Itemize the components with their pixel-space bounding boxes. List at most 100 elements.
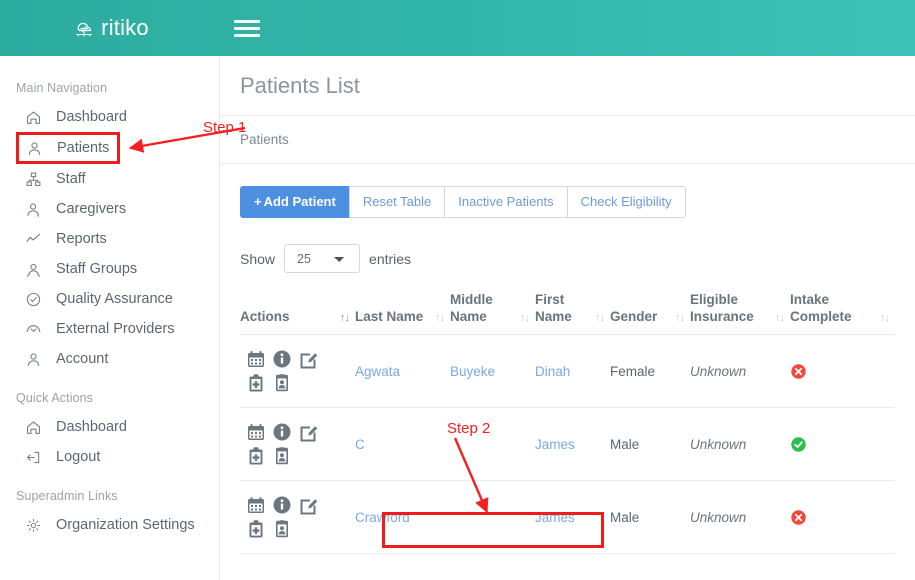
sidebar-item-label: Dashboard	[56, 109, 127, 125]
sort-icon[interactable]: ↑↓	[775, 312, 784, 325]
sidebar-item-quick-dashboard[interactable]: Dashboard	[0, 412, 219, 442]
add-patient-button[interactable]: +Add Patient	[240, 186, 350, 218]
inactive-patients-button[interactable]: Inactive Patients	[444, 186, 567, 218]
top-bar: ritiko	[0, 0, 915, 56]
first-name-link[interactable]: Dinah	[535, 364, 570, 379]
cell-first-name: James	[535, 481, 610, 554]
cell-gender: Female	[610, 335, 690, 408]
first-name-link[interactable]: James	[535, 437, 575, 452]
patients-table: Actions↑↓ Last Name↑↓ Middle Name↑↓ Firs…	[240, 291, 895, 554]
last-name-link[interactable]: C	[355, 437, 365, 452]
column-header-middle-name[interactable]: Middle Name↑↓	[450, 291, 535, 335]
entries-label: entries	[369, 251, 411, 267]
cell-eligible-insurance: Unknown	[690, 481, 790, 554]
brand-name: ritiko	[101, 15, 149, 41]
sidebar-item-dashboard[interactable]: Dashboard	[0, 102, 219, 132]
sidebar-item-reports[interactable]: Reports	[0, 224, 219, 254]
toolbar-button-group: +Add Patient Reset Table Inactive Patien…	[240, 186, 895, 218]
check-circle-icon	[24, 290, 42, 308]
sidebar-item-staff[interactable]: Staff	[0, 164, 219, 194]
column-header-first-name[interactable]: First Name↑↓	[535, 291, 610, 335]
show-label: Show	[240, 251, 275, 267]
sitemap-icon	[24, 170, 42, 188]
column-header-last-name[interactable]: Last Name↑↓	[355, 291, 450, 335]
check-eligibility-button[interactable]: Check Eligibility	[567, 186, 686, 218]
id-badge-icon[interactable]	[272, 446, 292, 466]
column-header-actions[interactable]: Actions↑↓	[240, 291, 355, 335]
sidebar-item-staff-groups[interactable]: Staff Groups	[0, 254, 219, 284]
edit-note-icon[interactable]	[298, 349, 318, 369]
sidebar-item-account[interactable]: Account	[0, 344, 219, 374]
cell-intake-complete	[790, 408, 895, 481]
sort-icon[interactable]: ↑↓	[520, 312, 529, 325]
sidebar-item-label: Account	[56, 351, 108, 367]
cell-eligible-insurance: Unknown	[690, 408, 790, 481]
clipboard-medical-icon[interactable]	[246, 446, 266, 466]
table-row[interactable]: C James Male Unknown	[240, 408, 895, 481]
gear-icon	[24, 516, 42, 534]
calendar-icon[interactable]	[246, 349, 266, 369]
breadcrumb: Patients	[240, 132, 289, 147]
home-icon	[24, 108, 42, 126]
main-content: Patients List Patients +Add Patient Rese…	[220, 56, 915, 580]
column-header-gender[interactable]: Gender↑↓	[610, 291, 690, 335]
intake-status-icon	[790, 436, 889, 453]
page-title: Patients List	[240, 73, 360, 99]
sort-icon[interactable]: ↑↓	[595, 312, 604, 325]
sort-icon[interactable]: ↑↓	[675, 312, 684, 325]
cell-intake-complete	[790, 335, 895, 408]
brand-logo-area[interactable]: ritiko	[0, 0, 220, 56]
nav-heading-superadmin: Superadmin Links	[0, 482, 219, 510]
sidebar-item-label: Caregivers	[56, 201, 126, 217]
sidebar-item-label: Patients	[57, 140, 109, 156]
table-row[interactable]: AgwataBuyekeDinahFemaleUnknown	[240, 335, 895, 408]
table-body: Agwata Buyeke Dinah Female Unknown C James Male…	[240, 335, 895, 554]
user-icon	[25, 139, 43, 157]
sort-icon[interactable]: ↑↓	[340, 312, 349, 325]
sidebar-item-patients[interactable]: Patients	[16, 132, 120, 164]
handshake-icon	[24, 320, 42, 338]
calendar-icon[interactable]	[246, 495, 266, 515]
last-name-link[interactable]: Crawford	[355, 510, 410, 525]
cloud-logo-icon	[71, 15, 97, 41]
gender-value: Male	[610, 437, 639, 452]
edit-note-icon[interactable]	[298, 495, 318, 515]
logout-icon	[24, 448, 42, 466]
cell-middle-name: Buyeke	[450, 335, 535, 408]
info-circle-icon[interactable]	[272, 422, 292, 442]
id-badge-icon[interactable]	[272, 373, 292, 393]
app-root: ritiko Main Navigation Dashboard Pati	[0, 0, 915, 580]
page-size-select[interactable]: 10 25 50 100	[284, 244, 360, 273]
table-row[interactable]: CrawfordJamesMaleUnknown	[240, 481, 895, 554]
sidebar-item-label: External Providers	[56, 321, 174, 337]
first-name-link[interactable]: James	[535, 510, 575, 525]
cell-intake-complete	[790, 481, 895, 554]
last-name-link[interactable]: Agwata	[355, 364, 400, 379]
clipboard-medical-icon[interactable]	[246, 519, 266, 539]
sort-icon[interactable]: ↑↓	[880, 312, 889, 325]
column-header-intake-complete[interactable]: Intake Complete↑↓	[790, 291, 895, 335]
middle-name-link[interactable]: Buyeke	[450, 364, 495, 379]
row-actions-cell	[240, 481, 355, 554]
sidebar-item-logout[interactable]: Logout	[0, 442, 219, 472]
reset-table-button[interactable]: Reset Table	[349, 186, 445, 218]
info-circle-icon[interactable]	[272, 495, 292, 515]
sidebar-item-organization-settings[interactable]: Organization Settings	[0, 510, 219, 540]
sidebar-item-label: Dashboard	[56, 419, 127, 435]
sort-icon[interactable]: ↑↓	[435, 312, 444, 325]
cell-middle-name	[450, 408, 535, 481]
sidebar-item-caregivers[interactable]: Caregivers	[0, 194, 219, 224]
intake-status-icon	[790, 509, 889, 526]
info-circle-icon[interactable]	[272, 349, 292, 369]
cell-first-name: James	[535, 408, 610, 481]
edit-note-icon[interactable]	[298, 422, 318, 442]
sidebar-item-external-providers[interactable]: External Providers	[0, 314, 219, 344]
home-icon	[24, 418, 42, 436]
sidebar-item-quality-assurance[interactable]: Quality Assurance	[0, 284, 219, 314]
id-badge-icon[interactable]	[272, 519, 292, 539]
column-header-eligible-insurance[interactable]: Eligible Insurance↑↓	[690, 291, 790, 335]
hamburger-menu-icon[interactable]	[234, 15, 260, 41]
calendar-icon[interactable]	[246, 422, 266, 442]
clipboard-medical-icon[interactable]	[246, 373, 266, 393]
gender-value: Female	[610, 364, 655, 379]
